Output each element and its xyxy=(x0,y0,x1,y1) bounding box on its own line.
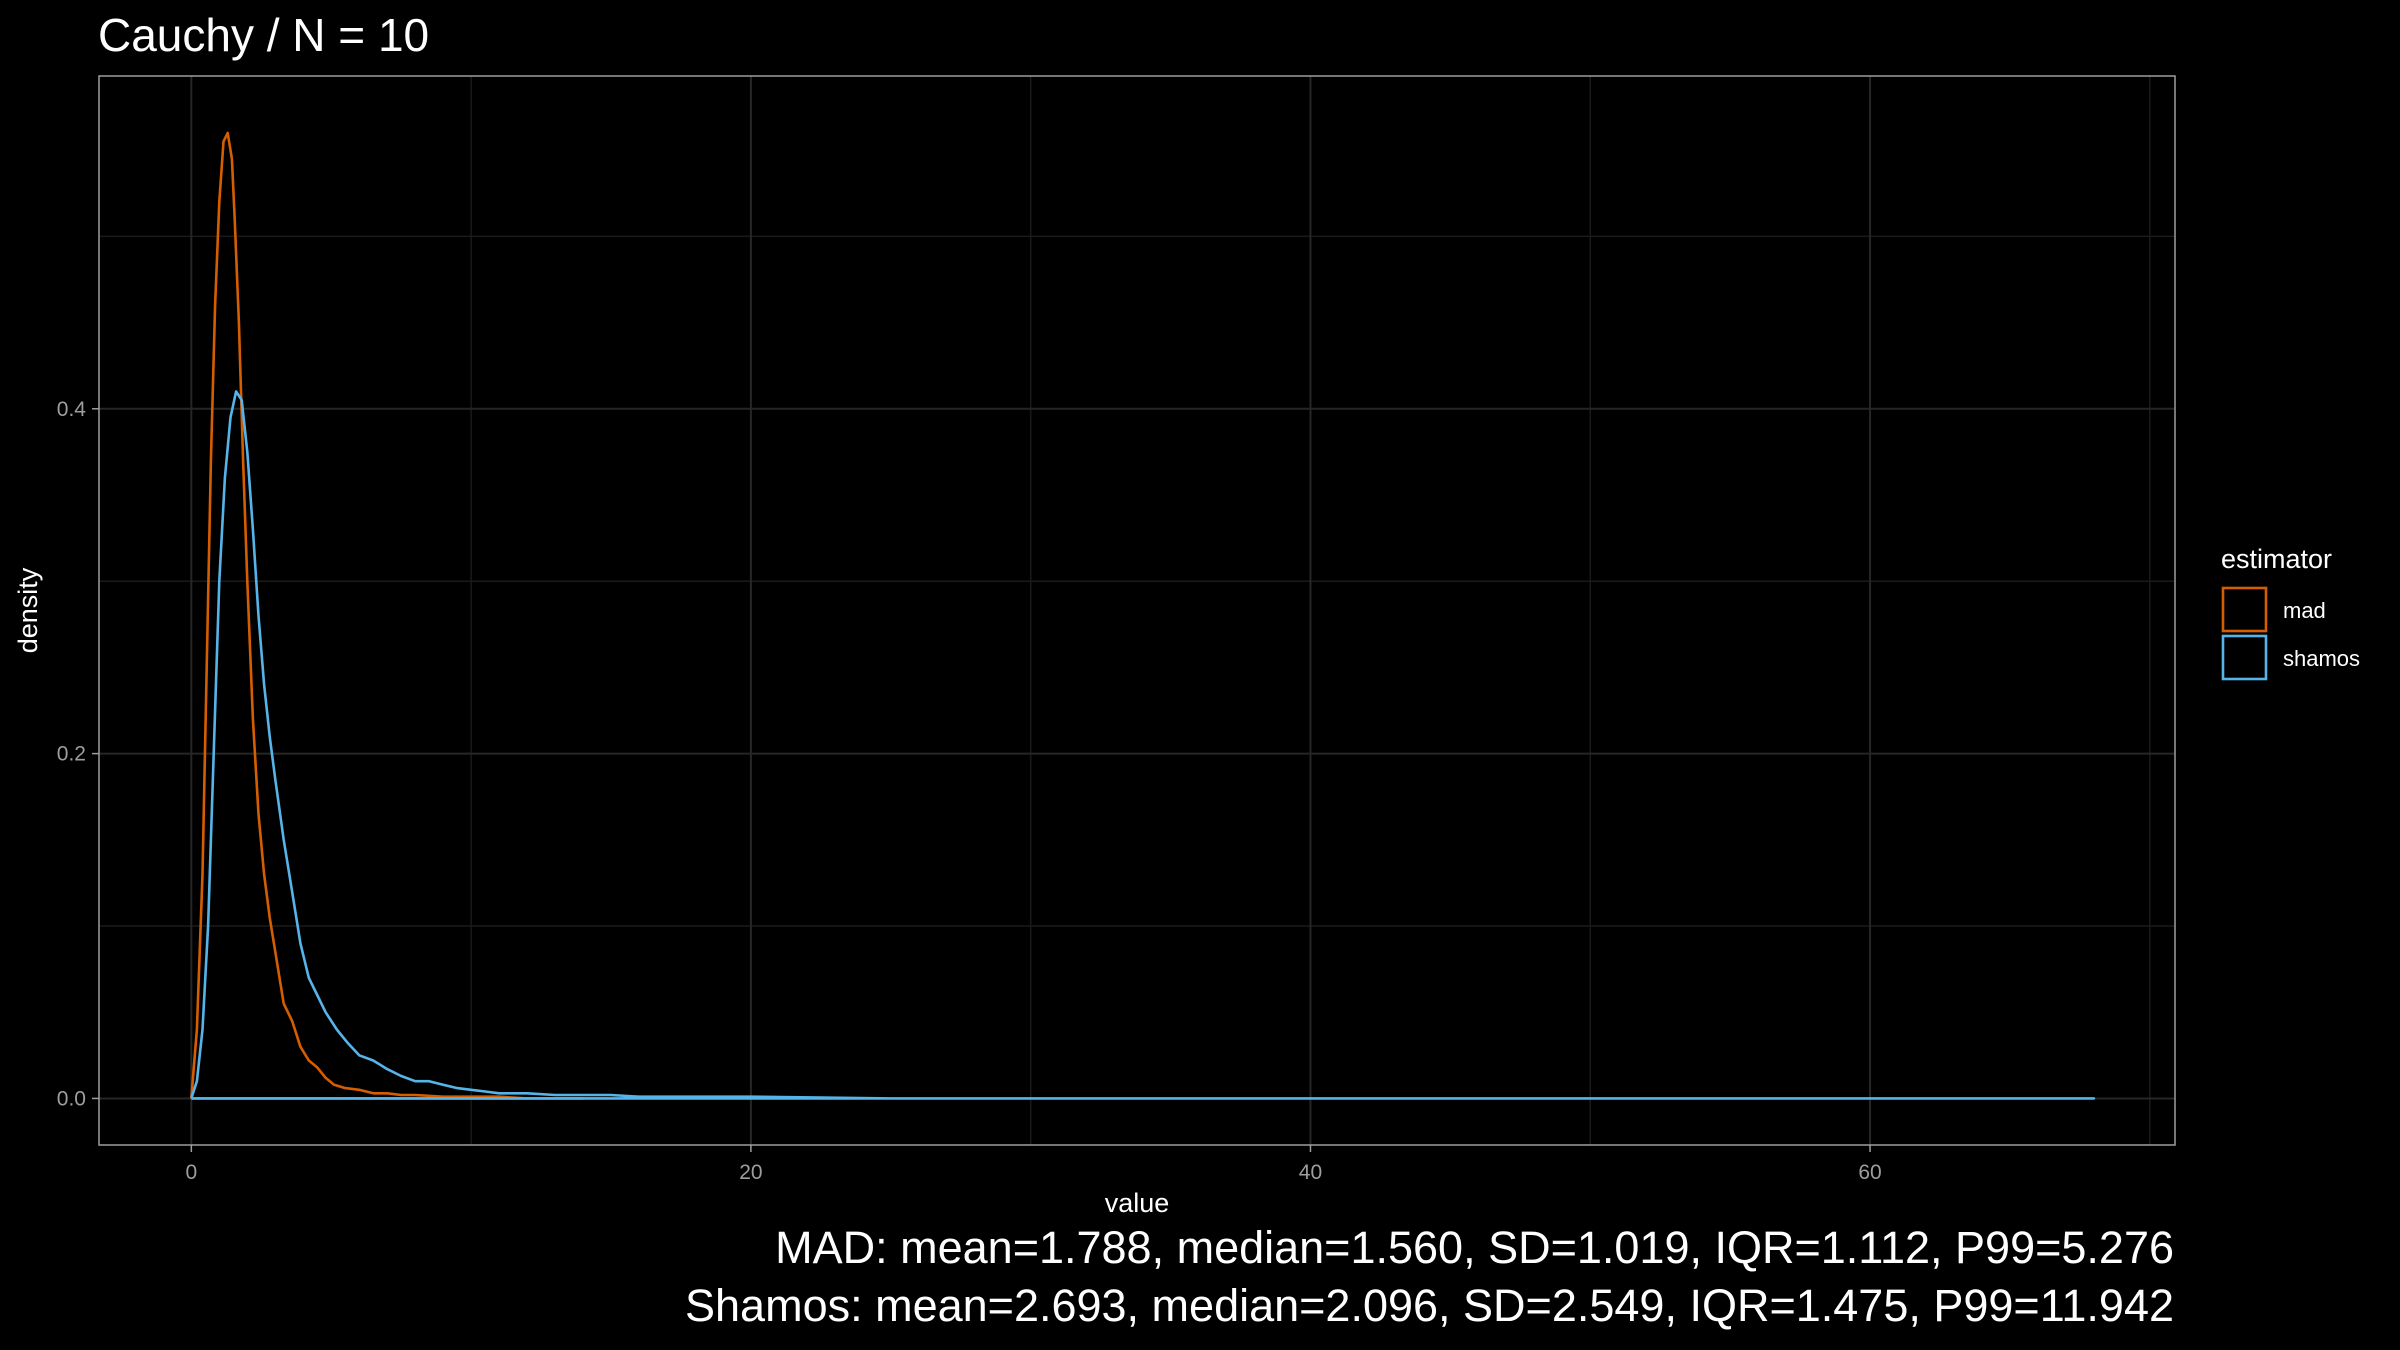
y-tick-label: 0.4 xyxy=(57,398,87,421)
legend-title: estimator xyxy=(2221,544,2332,574)
y-axis-title: density xyxy=(13,567,43,653)
y-tick-label: 0.2 xyxy=(57,743,86,766)
series-line-mad xyxy=(190,131,585,1100)
x-axis-title: value xyxy=(1105,1188,1170,1218)
legend-label-shamos: shamos xyxy=(2283,646,2360,671)
legend-key-shamos xyxy=(2221,634,2268,681)
series-lines xyxy=(190,131,2096,1100)
axes: 0 20 40 60 0.0 0.2 0.4 value density xyxy=(13,398,1882,1218)
y-tick-label: 0.0 xyxy=(57,1087,86,1110)
x-tick-label: 60 xyxy=(1858,1161,1881,1184)
grid-minor xyxy=(99,76,2175,1145)
density-chart: 0 20 40 60 0.0 0.2 0.4 value density estimator ma… xyxy=(13,75,2360,1218)
legend: estimator mad shamos xyxy=(2221,544,2360,681)
x-tick-label: 20 xyxy=(739,1161,762,1184)
caption-mad-stats: MAD: mean=1.788, median=1.560, SD=1.019,… xyxy=(775,1222,2174,1273)
legend-label-mad: mad xyxy=(2283,598,2326,623)
caption-shamos-stats: Shamos: mean=2.693, median=2.096, SD=2.5… xyxy=(685,1280,2174,1331)
legend-key-mad xyxy=(2221,586,2268,633)
x-tick-label: 40 xyxy=(1299,1161,1322,1184)
series-line-shamos xyxy=(190,390,2096,1100)
x-tick-label: 0 xyxy=(185,1161,197,1184)
